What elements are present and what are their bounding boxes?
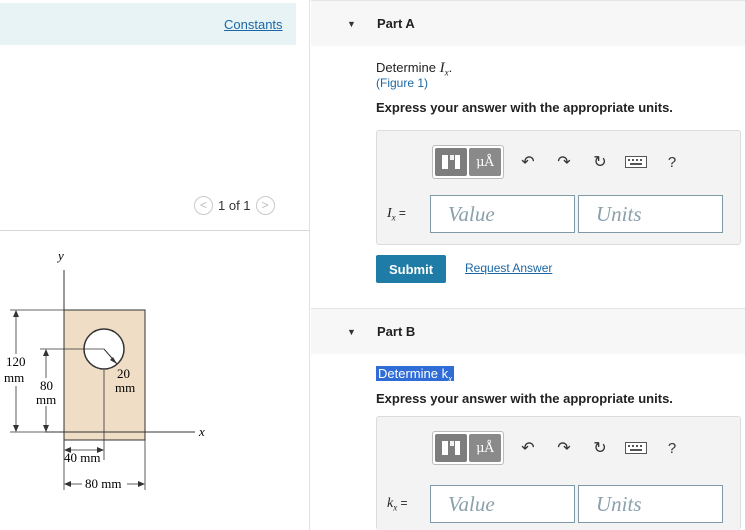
part-b-answer-label: kx = — [387, 496, 408, 513]
collapse-triangle-icon: ▼ — [347, 19, 356, 29]
plate-height-value: 120 — [6, 354, 26, 369]
reset-icon[interactable]: ↻ — [582, 433, 618, 463]
constants-bar: Constants — [0, 3, 296, 45]
templates-icon — [442, 155, 460, 169]
part-a-answer-box: μÅ ↶ ↷ ↻ ? Ix = Value Units — [376, 130, 741, 245]
part-a-title: Part A — [377, 16, 415, 31]
redo-icon[interactable]: ↷ — [546, 433, 582, 463]
part-a-submit-button[interactable]: Submit — [376, 255, 446, 283]
help-icon[interactable]: ? — [654, 147, 690, 177]
next-figure-button[interactable]: > — [255, 195, 275, 215]
part-a-request-answer-link[interactable]: Request Answer — [465, 261, 552, 275]
templates-icon — [442, 441, 460, 455]
part-a-toolbar: μÅ ↶ ↷ ↻ ? — [432, 145, 690, 179]
hole-height-value: 80 — [40, 378, 53, 393]
redo-icon[interactable]: ↷ — [546, 147, 582, 177]
part-a-answer-label: Ix = — [387, 206, 406, 223]
part-b-instruction: Express your answer with the appropriate… — [376, 391, 673, 406]
reset-icon[interactable]: ↻ — [582, 147, 618, 177]
hole-height-unit: mm — [36, 392, 56, 407]
hole-radius-value: 20 — [117, 366, 130, 381]
x-axis-label: x — [198, 424, 205, 439]
part-a-value-input[interactable]: Value — [430, 195, 575, 233]
templates-button[interactable] — [435, 434, 467, 462]
y-axis-label: y — [56, 248, 64, 263]
part-b-answer-box: μÅ ↶ ↷ ↻ ? kx = Value Units — [376, 416, 741, 530]
figure-1-plate-diagram: y x 20 mm 120 mm 80 mm 40 mm 80 mm — [4, 248, 205, 491]
chevron-left-icon: < — [199, 198, 207, 212]
hole-radius-unit: mm — [115, 380, 135, 395]
figure-1-link[interactable]: (Figure 1) — [376, 76, 428, 90]
undo-icon[interactable]: ↶ — [510, 147, 546, 177]
part-b-question: Determine kx — [376, 366, 455, 384]
part-b-units-input[interactable]: Units — [578, 485, 723, 523]
part-b-question-highlight: Determine kx — [376, 366, 455, 384]
constants-link[interactable]: Constants — [224, 17, 283, 32]
chevron-right-icon: > — [261, 198, 269, 212]
keyboard-icon[interactable] — [618, 433, 654, 463]
part-a-answer-row: Ix = Value Units — [387, 195, 723, 233]
plate-width-label: 80 mm — [85, 476, 121, 491]
templates-button[interactable] — [435, 148, 467, 176]
part-b-header[interactable]: ▼ Part B — [311, 308, 745, 354]
template-group: μÅ — [432, 431, 504, 465]
help-icon[interactable]: ? — [654, 433, 690, 463]
collapse-triangle-icon: ▼ — [347, 327, 356, 337]
part-a-header[interactable]: ▼ Part A — [311, 0, 745, 46]
part-a-question: Determine Ix. — [376, 60, 453, 78]
plate-height-unit: mm — [4, 370, 24, 385]
part-b-answer-row: kx = Value Units — [387, 485, 723, 523]
units-symbol-button[interactable]: μÅ — [469, 148, 501, 176]
figure-pager: < 1 of 1 > — [194, 195, 275, 215]
hole-offset-label: 40 mm — [64, 450, 100, 465]
figure-panel: Constants < 1 of 1 > y x 20 mm 120 mm 80… — [0, 0, 310, 530]
panel-divider — [0, 230, 310, 231]
part-a-units-input[interactable]: Units — [578, 195, 723, 233]
part-b-value-input[interactable]: Value — [430, 485, 575, 523]
units-symbol-button[interactable]: μÅ — [469, 434, 501, 462]
part-b-toolbar: μÅ ↶ ↷ ↻ ? — [432, 431, 690, 465]
prev-figure-button[interactable]: < — [194, 195, 213, 215]
template-group: μÅ — [432, 145, 504, 179]
figure-page-label: 1 of 1 — [218, 197, 251, 213]
keyboard-icon[interactable] — [618, 147, 654, 177]
part-b-title: Part B — [377, 324, 416, 339]
undo-icon[interactable]: ↶ — [510, 433, 546, 463]
question-panel: ▼ Part A Determine Ix. (Figure 1) Expres… — [311, 0, 745, 530]
part-a-instruction: Express your answer with the appropriate… — [376, 100, 673, 115]
